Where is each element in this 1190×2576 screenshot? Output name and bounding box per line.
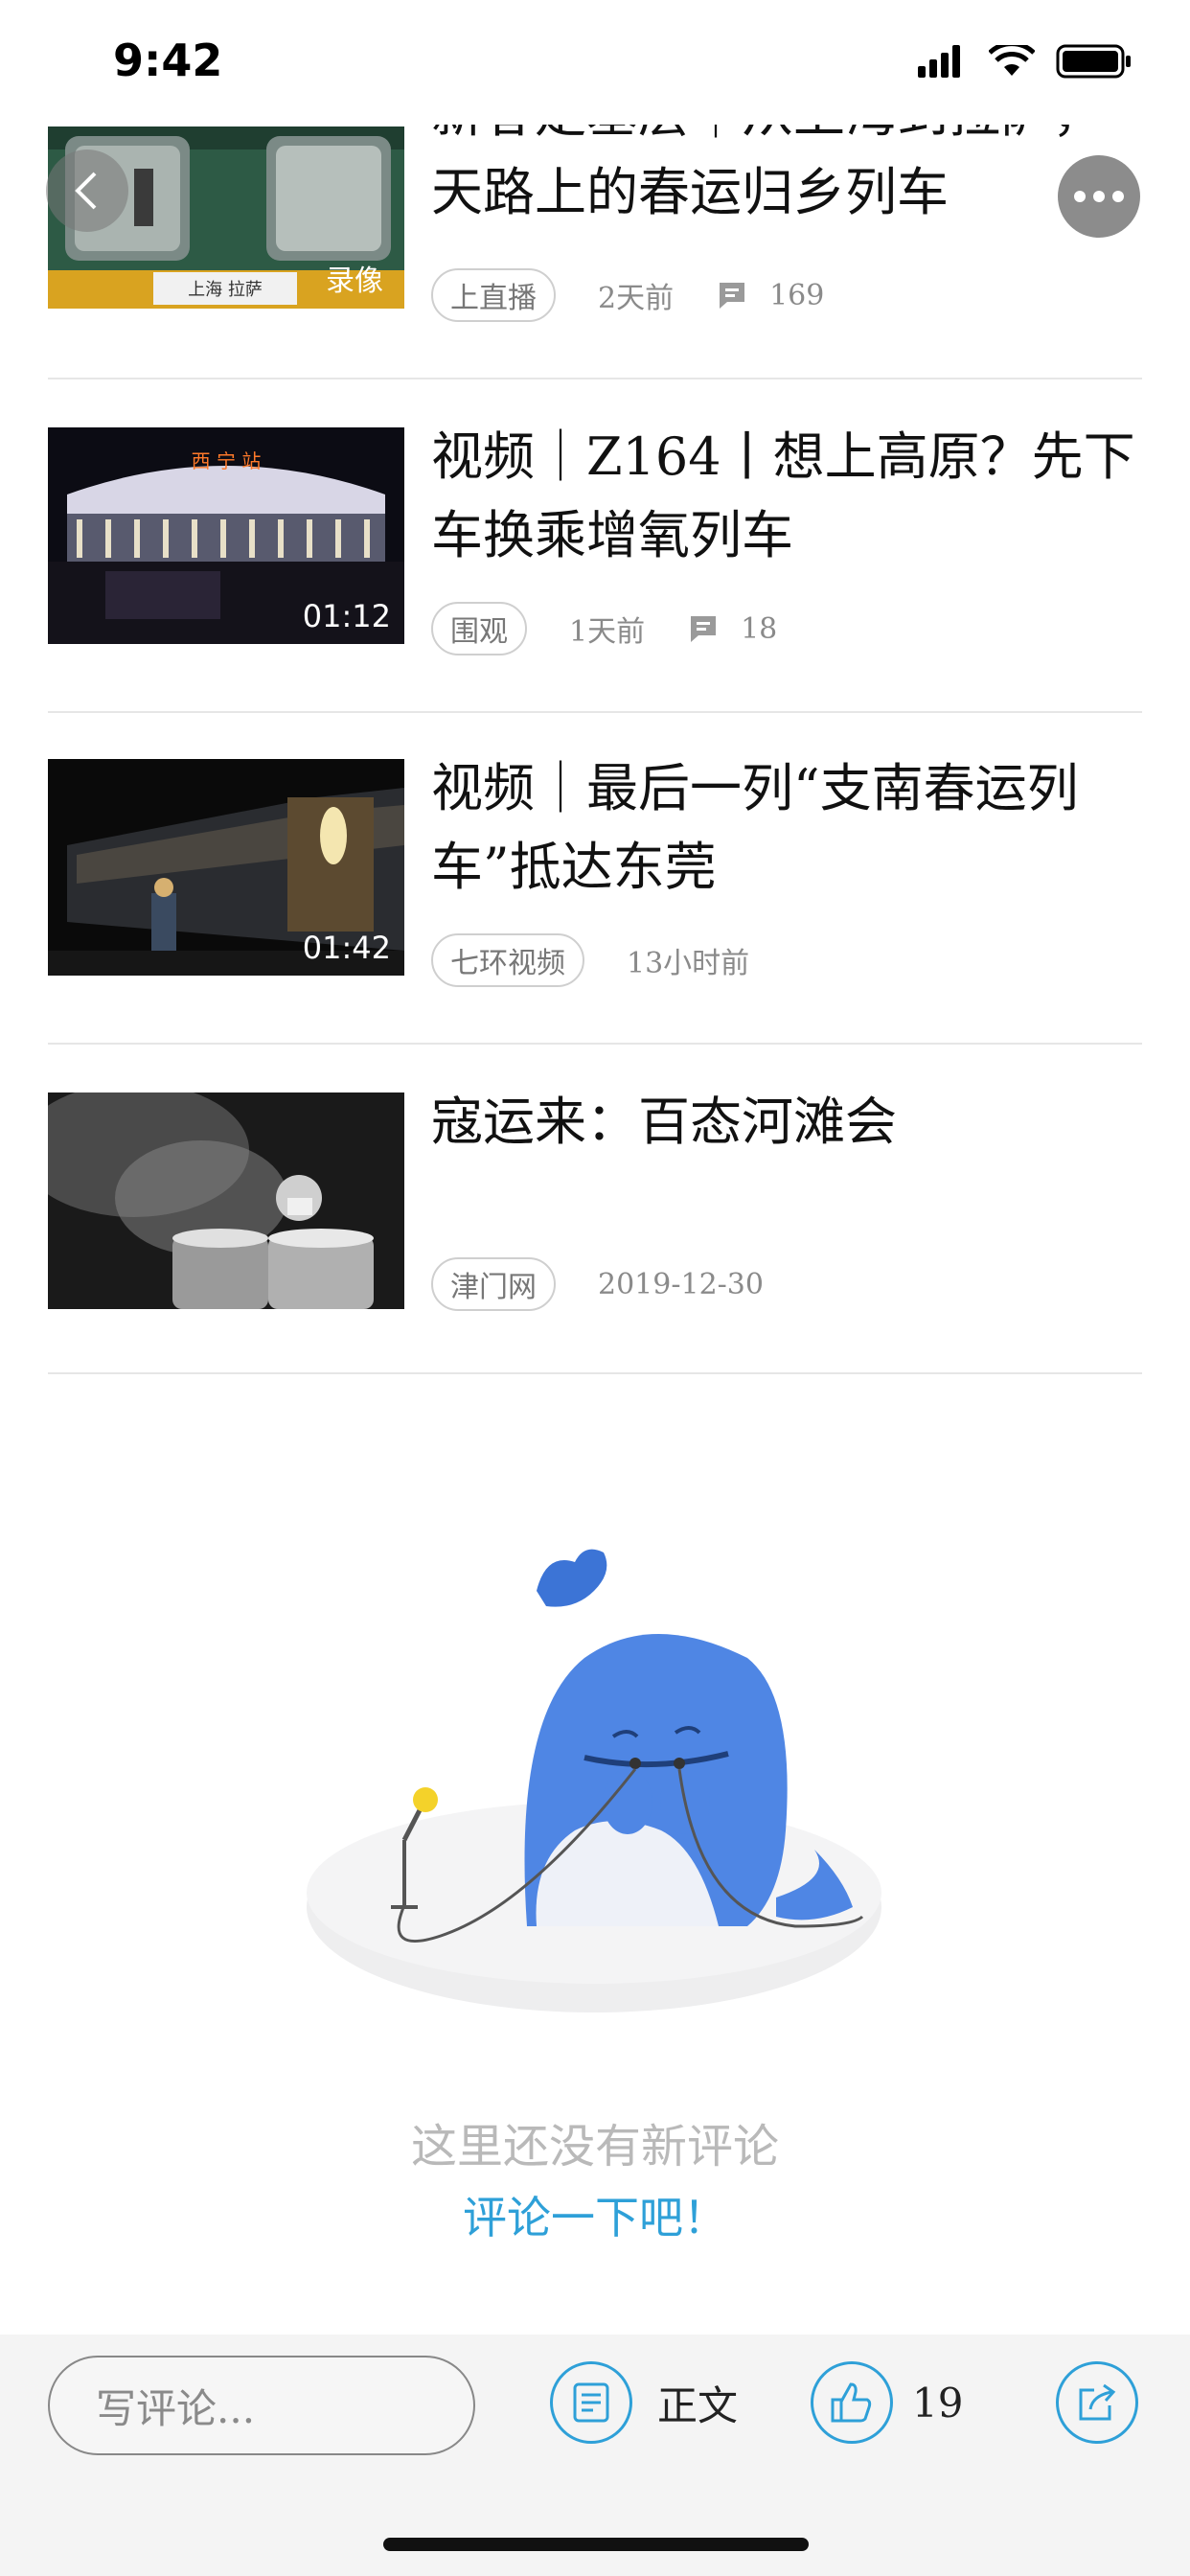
source-tag[interactable]: 津门网 — [431, 1257, 556, 1311]
article-icon — [573, 2382, 609, 2423]
source-tag[interactable]: 围观 — [431, 602, 527, 656]
svg-text:西 宁 站: 西 宁 站 — [192, 449, 262, 472]
comment-input[interactable]: 写评论... — [48, 2356, 475, 2455]
write-comment-prompt[interactable]: 评论一下吧！ — [0, 2183, 1190, 2246]
comment-icon — [691, 616, 717, 642]
divider — [48, 711, 1142, 713]
comment-count: 169 — [718, 279, 824, 312]
whale-mascot-icon — [307, 1549, 881, 2012]
thumbnail-label: 录像 — [326, 264, 383, 298]
comment-count: 18 — [689, 612, 777, 646]
article-thumbnail[interactable] — [48, 1092, 404, 1309]
battery-icon — [1056, 44, 1131, 79]
article-title[interactable]: 寇运来：百态河滩会 — [431, 1083, 1142, 1162]
share-icon — [1079, 2383, 1116, 2421]
status-bar: 9:42 — [0, 0, 1190, 125]
back-icon — [75, 172, 97, 210]
publish-time: 1天前 — [569, 615, 646, 649]
divider — [48, 378, 1142, 380]
article-button[interactable]: 正文 — [550, 2361, 738, 2444]
article-label: 正文 — [657, 2381, 739, 2429]
share-icon-circle — [1056, 2361, 1138, 2444]
more-icon — [1074, 191, 1124, 202]
empty-comments-illustration — [297, 1514, 891, 2051]
article-title[interactable]: 视频｜Z164丨想上高原？先下车换乘增氧列车 — [431, 418, 1142, 575]
like-icon — [831, 2382, 872, 2423]
article-thumbnail[interactable]: 01:42 — [48, 759, 404, 976]
like-button[interactable]: 19 — [811, 2361, 963, 2444]
article-thumbnail[interactable]: 西 宁 站 01:12 — [48, 427, 404, 644]
article-meta: 津门网 2019-12-30 — [431, 1257, 808, 1311]
publish-time: 13小时前 — [627, 947, 750, 980]
like-icon-circle — [811, 2361, 893, 2444]
video-duration: 01:12 — [302, 598, 391, 634]
divider — [48, 1372, 1142, 1374]
share-button[interactable] — [1056, 2361, 1138, 2444]
status-time: 9:42 — [113, 34, 223, 86]
status-icons — [918, 44, 1133, 79]
comment-icon — [720, 283, 745, 309]
source-tag[interactable]: 上直播 — [431, 268, 556, 322]
signal-icon — [918, 45, 960, 78]
publish-time: 2019-12-30 — [598, 1267, 764, 1301]
source-tag[interactable]: 七环视频 — [431, 933, 584, 987]
video-duration: 01:42 — [302, 930, 391, 966]
divider — [48, 1043, 1142, 1045]
article-meta: 七环视频 13小时前 — [431, 933, 793, 987]
article-title[interactable]: 视频｜最后一列“支南春运列车”抵达东莞 — [431, 749, 1142, 907]
publish-time: 2天前 — [598, 282, 675, 315]
empty-comments-text: 这里还没有新评论 — [410, 2120, 779, 2174]
article-meta: 围观 1天前 18 — [431, 602, 777, 656]
article-meta: 上直播 2天前 169 — [431, 268, 824, 322]
svg-text:上海 拉萨: 上海 拉萨 — [188, 280, 263, 300]
article-icon-circle — [550, 2361, 632, 2444]
wifi-icon — [989, 45, 1035, 76]
more-button[interactable] — [1058, 155, 1140, 238]
like-count: 19 — [912, 2379, 964, 2426]
home-indicator[interactable] — [383, 2538, 809, 2551]
back-button[interactable] — [46, 150, 128, 232]
